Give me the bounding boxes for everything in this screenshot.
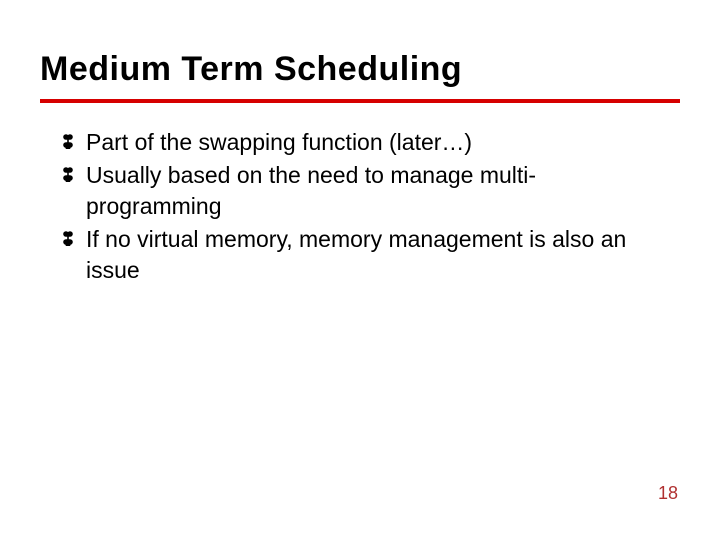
bullet-text: Usually based on the need to manage mult… [86,160,660,222]
list-item: If no virtual memory, memory management … [60,224,660,286]
bullet-text: Part of the swapping function (later…) [86,127,660,158]
bullet-text: If no virtual memory, memory management … [86,224,660,286]
content-area: Part of the swapping function (later…) U… [0,103,720,286]
slide: Medium Term Scheduling Part of the swapp… [0,0,720,540]
bullet-list: Part of the swapping function (later…) U… [60,127,660,286]
command-icon [60,133,82,149]
page-number: 18 [658,483,678,504]
list-item: Part of the swapping function (later…) [60,127,660,158]
command-icon [60,166,82,182]
list-item: Usually based on the need to manage mult… [60,160,660,222]
page-title: Medium Term Scheduling [40,50,680,89]
title-area: Medium Term Scheduling [0,0,720,89]
command-icon [60,230,82,246]
